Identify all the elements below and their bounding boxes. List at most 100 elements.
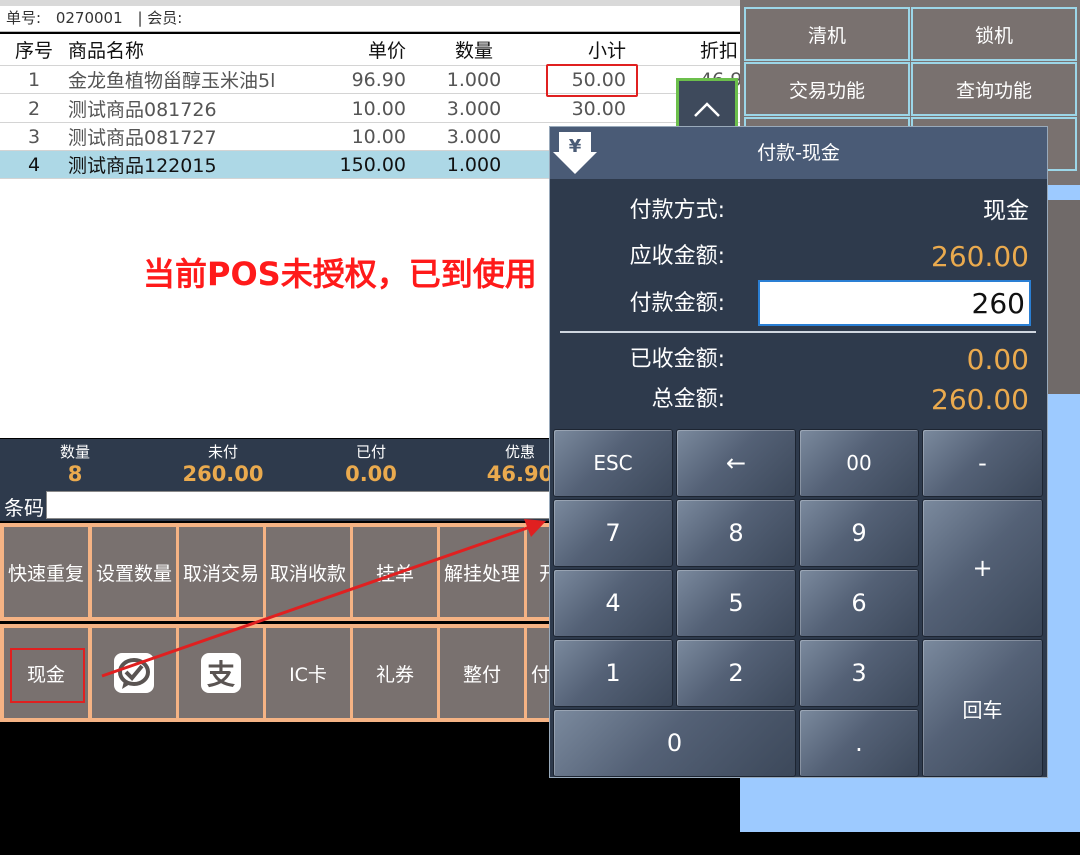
backspace-key[interactable]: ← <box>676 429 796 497</box>
payment-method-value: 现金 <box>983 198 1029 224</box>
digit-0-key[interactable]: 0 <box>553 709 796 777</box>
unit-price: 96.90 <box>351 68 406 91</box>
summary-label: 数量 <box>59 443 90 461</box>
wechat-icon <box>114 653 154 693</box>
unit-price: 10.00 <box>351 125 406 148</box>
product-name: 金龙鱼植物甾醇玉米油5l <box>68 70 276 92</box>
digit-5-key[interactable]: 5 <box>676 569 796 637</box>
order-number: 0270001 <box>55 9 123 27</box>
subtotal: 30.00 <box>571 97 626 120</box>
query-functions-button[interactable]: 查询功能 <box>911 62 1077 116</box>
right-side-panel <box>1048 200 1080 394</box>
transaction-functions-button[interactable]: 交易功能 <box>744 62 910 116</box>
cancel-payment-button[interactable]: 取消收款 <box>266 527 350 617</box>
summary-label: 未付 <box>207 443 238 461</box>
receivable-row: 应收金额: 260.00 <box>550 237 1047 277</box>
digit-6-key[interactable]: 6 <box>799 569 919 637</box>
digit-8-key[interactable]: 8 <box>676 499 796 567</box>
receivable-label: 应收金额: <box>629 244 725 269</box>
quantity: 1.000 <box>446 153 502 176</box>
digit-4-key[interactable]: 4 <box>553 569 673 637</box>
minus-key[interactable]: - <box>922 429 1043 497</box>
barcode-label: 条码 <box>4 496 44 520</box>
lock-machine-button[interactable]: 锁机 <box>911 7 1077 61</box>
pay-amount-label: 付款金额: <box>629 291 725 316</box>
alipay-button[interactable]: 支 <box>179 628 263 718</box>
chevron-up-icon <box>694 102 720 117</box>
unit-price: 10.00 <box>351 97 406 120</box>
table-header: 序号 商品名称 单价 数量 小计 折扣 <box>0 34 740 66</box>
esc-key[interactable]: ESC <box>553 429 673 497</box>
enter-key[interactable]: 回车 <box>922 639 1043 777</box>
cancel-transaction-button[interactable]: 取消交易 <box>179 527 263 617</box>
digit-2-key[interactable]: 2 <box>676 639 796 707</box>
double-zero-key[interactable]: 00 <box>799 429 919 497</box>
unauthorized-warning: 当前POS未授权，已到使用 <box>143 255 537 293</box>
decimal-point-key[interactable]: . <box>799 709 919 777</box>
column-header: 序号 <box>14 40 53 62</box>
row-number: 2 <box>27 97 41 120</box>
row-number: 3 <box>27 125 41 148</box>
barcode-bar: 条码 <box>0 489 550 521</box>
ic-card-button[interactable]: IC卡 <box>266 628 350 718</box>
payment-method-row: 付款方式: 现金 <box>550 191 1047 231</box>
total-label: 总金额: <box>651 387 725 412</box>
divider <box>560 331 1036 333</box>
pay-button[interactable]: 付 <box>527 628 550 718</box>
set-quantity-button[interactable]: 设置数量 <box>92 527 176 617</box>
quantity: 1.000 <box>446 68 502 91</box>
summary-value: 8 <box>67 462 83 486</box>
column-header: 小计 <box>587 40 626 62</box>
open-button[interactable]: 开 <box>527 527 550 617</box>
received-row: 已收金额: 0.00 <box>550 340 1047 380</box>
product-name: 测试商品081726 <box>68 99 217 121</box>
wechat-pay-button[interactable] <box>92 628 176 718</box>
hold-order-button[interactable]: 挂单 <box>353 527 437 617</box>
summary-value: 0.00 <box>345 462 397 486</box>
gift-voucher-button[interactable]: 礼券 <box>353 628 437 718</box>
summary-label: 已付 <box>355 443 386 461</box>
svg-text:支: 支 <box>207 658 235 691</box>
summary-paid: 已付 0.00 <box>316 439 426 486</box>
received-label: 已收金额: <box>629 347 725 372</box>
summary-quantity: 数量 8 <box>20 439 130 486</box>
total-row: 总金额: 260.00 <box>550 380 1047 420</box>
quantity: 3.000 <box>446 125 502 148</box>
unit-price: 150.00 <box>339 153 406 176</box>
cash-highlight-box <box>10 648 85 703</box>
payment-dialog: ¥ 付款-现金 付款方式: 现金 应收金额: 260.00 付款金额: 已收金额… <box>549 126 1048 778</box>
dialog-title: 付款-现金 <box>757 142 840 164</box>
function-button-row: 快速重复 设置数量 取消交易 取消收款 挂单 解挂处理 开 <box>0 523 550 621</box>
summary-value: 260.00 <box>182 462 264 486</box>
receivable-value: 260.00 <box>931 240 1029 273</box>
order-label: 单号: <box>6 9 42 27</box>
clear-machine-button[interactable]: 清机 <box>744 7 910 61</box>
dialog-header: ¥ 付款-现金 <box>550 127 1047 179</box>
digit-7-key[interactable]: 7 <box>553 499 673 567</box>
column-header: 折扣 <box>700 40 739 62</box>
pay-amount-input[interactable] <box>758 280 1031 326</box>
received-value: 0.00 <box>966 343 1029 376</box>
summary-bar: 数量 8 未付 260.00 已付 0.00 优惠 46.90 <box>0 439 553 489</box>
row-number: 4 <box>27 153 41 176</box>
order-info-bar: 单号: 0270001 | 会员: <box>0 6 740 32</box>
digit-1-key[interactable]: 1 <box>553 639 673 707</box>
product-name: 测试商品081727 <box>68 127 217 149</box>
digit-9-key[interactable]: 9 <box>799 499 919 567</box>
quantity: 3.000 <box>446 97 502 120</box>
plus-key[interactable]: + <box>922 499 1043 637</box>
summary-unpaid: 未付 260.00 <box>168 439 278 486</box>
column-header: 商品名称 <box>68 40 145 62</box>
table-row[interactable]: 2 测试商品081726 10.00 3.000 30.00 <box>0 95 740 123</box>
total-value: 260.00 <box>931 383 1029 416</box>
digit-3-key[interactable]: 3 <box>799 639 919 707</box>
column-header: 单价 <box>367 40 406 62</box>
numeric-keypad: ESC ← 00 - 7 8 9 + 4 5 6 1 2 3 回车 0 . <box>550 427 1047 777</box>
barcode-input[interactable] <box>46 491 550 519</box>
subtotal-highlight-box <box>546 64 638 97</box>
column-header: 数量 <box>454 40 493 62</box>
resume-order-button[interactable]: 解挂处理 <box>440 527 524 617</box>
full-payment-button[interactable]: 整付 <box>440 628 524 718</box>
member-label: | 会员: <box>137 9 183 27</box>
quick-repeat-button[interactable]: 快速重复 <box>4 527 88 617</box>
